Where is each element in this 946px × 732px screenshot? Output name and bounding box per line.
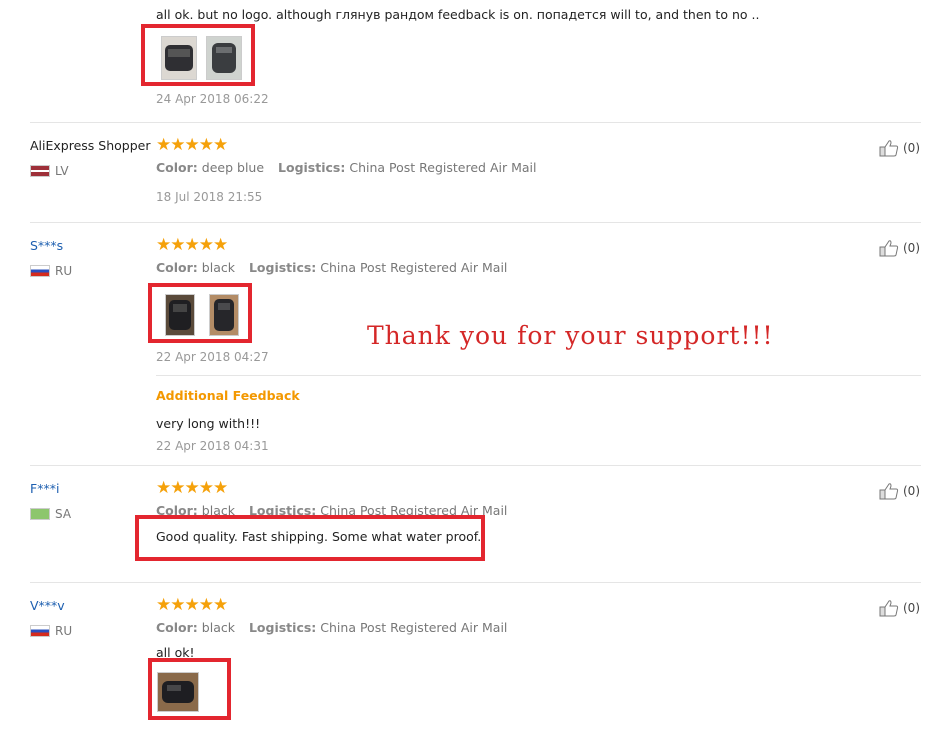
star-rating: ★★★★★ xyxy=(156,135,228,155)
reviewer-name[interactable]: V***v xyxy=(30,598,65,613)
thumbs-up-icon xyxy=(879,140,899,157)
country-code: LV xyxy=(55,164,69,178)
divider xyxy=(30,582,921,583)
logistics-label: Logistics: xyxy=(248,260,317,275)
review-photo-thumbnail[interactable] xyxy=(165,294,195,336)
logistics-label: Logistics: xyxy=(248,620,317,635)
order-info: Color: deep blue Logistics: China Post R… xyxy=(156,160,536,175)
color-value: deep blue xyxy=(201,160,265,175)
review-text: Good quality. Fast shipping. Some what w… xyxy=(156,529,482,544)
review-photo-thumbnail[interactable] xyxy=(161,36,197,80)
logistics-value: China Post Registered Air Mail xyxy=(320,260,508,275)
thumbs-up-icon xyxy=(879,600,899,617)
logistics-value: China Post Registered Air Mail xyxy=(320,620,508,635)
thumbs-up-icon xyxy=(879,240,899,257)
helpful-button[interactable]: (0) xyxy=(879,139,920,157)
star-rating: ★★★★★ xyxy=(156,595,228,615)
star-rating: ★★★★★ xyxy=(156,235,228,255)
helpful-button[interactable]: (0) xyxy=(879,599,920,617)
divider xyxy=(30,465,921,466)
order-info: Color: black Logistics: China Post Regis… xyxy=(156,620,507,635)
order-info: Color: black Logistics: China Post Regis… xyxy=(156,260,507,275)
helpful-button[interactable]: (0) xyxy=(879,239,920,257)
helpful-button[interactable]: (0) xyxy=(879,482,920,500)
divider xyxy=(30,222,921,223)
review-photos-highlight xyxy=(148,658,231,720)
reviewer-country: RU xyxy=(30,264,90,278)
helpful-count: (0) xyxy=(903,601,920,615)
reviewer-country: RU xyxy=(30,624,90,638)
country-code: SA xyxy=(55,507,72,521)
flag-lv-icon xyxy=(30,165,50,177)
logistics-label: Logistics: xyxy=(278,160,346,175)
reviewer-name[interactable]: F***i xyxy=(30,481,59,496)
country-code: RU xyxy=(55,264,73,278)
thumbs-up-icon xyxy=(879,483,899,500)
review-date: 18 Jul 2018 21:55 xyxy=(156,190,263,204)
review-text: all ok. but no logo. although глянув ран… xyxy=(156,7,760,22)
divider xyxy=(30,122,921,123)
review-photo-thumbnail[interactable] xyxy=(209,294,239,336)
divider xyxy=(156,375,921,376)
country-code: RU xyxy=(55,624,73,638)
additional-feedback-text: very long with!!! xyxy=(156,416,261,431)
additional-feedback-date: 22 Apr 2018 04:31 xyxy=(156,439,269,453)
reviewer-name[interactable]: S***s xyxy=(30,238,63,253)
reviewer-country: SA xyxy=(30,507,90,521)
helpful-count: (0) xyxy=(903,141,920,155)
color-label: Color: xyxy=(156,260,198,275)
review-text-highlight: Good quality. Fast shipping. Some what w… xyxy=(135,515,485,561)
additional-feedback-label: Additional Feedback xyxy=(156,388,300,403)
color-value: black xyxy=(201,620,235,635)
review-photos-highlight xyxy=(141,24,255,86)
helpful-count: (0) xyxy=(903,241,920,255)
flag-sa-icon xyxy=(30,508,50,520)
flag-ru-icon xyxy=(30,625,50,637)
review-date: 22 Apr 2018 04:27 xyxy=(156,350,269,364)
review-photo-thumbnail[interactable] xyxy=(206,36,242,80)
review-photos-highlight xyxy=(148,283,252,343)
flag-ru-icon xyxy=(30,265,50,277)
helpful-count: (0) xyxy=(903,484,920,498)
thank-you-overlay: Thank you for your support!!! xyxy=(367,321,774,350)
star-rating: ★★★★★ xyxy=(156,478,228,498)
reviewer-country: LV xyxy=(30,164,90,178)
reviewer-name: AliExpress Shopper xyxy=(30,138,151,153)
logistics-value: China Post Registered Air Mail xyxy=(349,160,537,175)
color-label: Color: xyxy=(156,620,198,635)
review-photo-thumbnail[interactable] xyxy=(157,672,199,712)
color-value: black xyxy=(201,260,235,275)
review-date: 24 Apr 2018 06:22 xyxy=(156,92,269,106)
color-label: Color: xyxy=(156,160,198,175)
